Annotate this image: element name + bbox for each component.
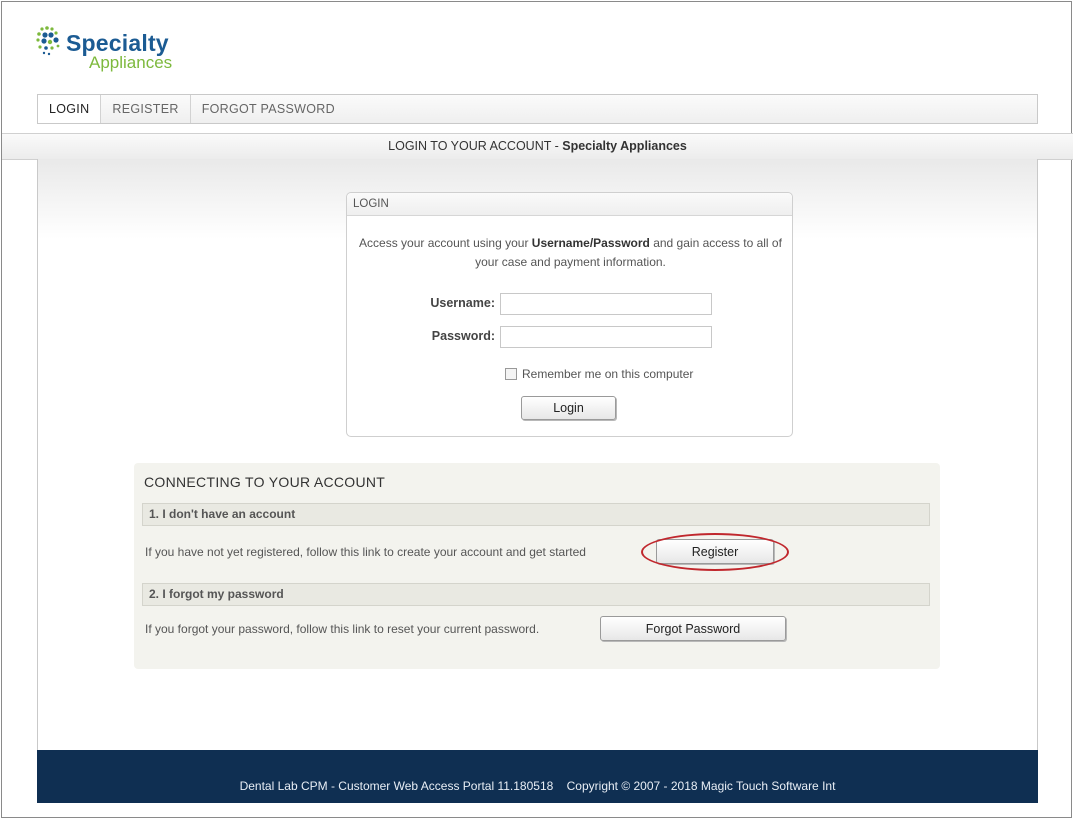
connecting-panel: CONNECTING TO YOUR ACCOUNT 1. I don't ha… [134, 463, 940, 669]
remember-me-row: Remember me on this computer [505, 366, 693, 382]
login-desc-bold: Username/Password [531, 236, 650, 250]
footer: Dental Lab CPM - Customer Web Access Por… [37, 750, 1038, 803]
login-desc-part1: Access your account using your [359, 236, 532, 250]
logo: Specialty Appliances [36, 26, 196, 76]
login-panel: LOGIN Access your account using your Use… [346, 192, 793, 437]
connecting-title: CONNECTING TO YOUR ACCOUNT [144, 474, 386, 490]
username-input[interactable] [500, 293, 712, 315]
forgot-password-button[interactable]: Forgot Password [600, 616, 786, 641]
logo-subtitle: Appliances [89, 53, 173, 72]
page-title: LOGIN TO YOUR ACCOUNT - Specialty Applia… [2, 133, 1073, 160]
page-title-brand: Specialty Appliances [562, 139, 687, 153]
highlight-oval [641, 533, 789, 571]
remember-me-checkbox[interactable] [505, 368, 517, 380]
nav-register[interactable]: REGISTER [101, 95, 191, 123]
login-button[interactable]: Login [521, 396, 616, 420]
footer-copyright: Copyright © 2007 - 2018 Magic Touch Soft… [566, 779, 836, 793]
no-account-header: 1. I don't have an account [142, 503, 930, 526]
login-panel-header: LOGIN [347, 193, 792, 216]
forgot-password-text: If you forgot your password, follow this… [145, 622, 540, 636]
forgot-password-header: 2. I forgot my password [142, 583, 930, 606]
password-row: Password: [347, 326, 794, 348]
nav-login[interactable]: LOGIN [38, 95, 102, 123]
nav-forgot-password[interactable]: FORGOT PASSWORD [191, 95, 346, 123]
page-frame: Specialty Appliances LOGIN REGISTER FORG… [1, 1, 1073, 818]
password-input[interactable] [500, 326, 712, 348]
main-content: LOGIN Access your account using your Use… [37, 159, 1038, 751]
username-row: Username: [347, 293, 794, 315]
page-title-prefix: LOGIN TO YOUR ACCOUNT - [388, 139, 563, 153]
password-label: Password: [431, 329, 495, 343]
login-description: Access your account using your Username/… [357, 234, 784, 272]
top-nav: LOGIN REGISTER FORGOT PASSWORD [37, 94, 1038, 124]
footer-product: Dental Lab CPM - Customer Web Access Por… [239, 779, 554, 793]
remember-me-label: Remember me on this computer [522, 367, 694, 381]
dot-cluster-icon [36, 26, 60, 56]
username-label: Username: [430, 296, 495, 310]
no-account-text: If you have not yet registered, follow t… [145, 545, 586, 559]
